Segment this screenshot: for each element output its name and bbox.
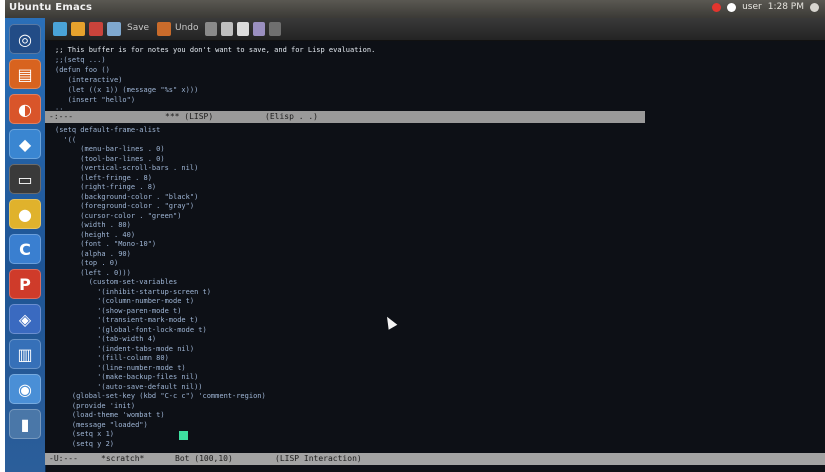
app-3-launcher-icon[interactable]: ◆	[9, 129, 41, 159]
app-10-launcher-icon[interactable]: ◉	[9, 374, 41, 404]
code-line: (load-theme 'wombat t)	[55, 411, 165, 419]
mode-line-upper-mid: *** (LISP)	[165, 112, 214, 121]
code-line: (setq x 1)	[55, 430, 115, 438]
code-line: (vertical-scroll-bars . nil)	[55, 164, 199, 172]
new-file-icon[interactable]	[53, 22, 67, 36]
code-line: (global-set-key (kbd "C-c c") 'comment-r…	[55, 392, 266, 400]
mode-line-upper: -:--- *** (LISP) (Elisp . .)	[45, 111, 645, 123]
editor-buffer[interactable]: ;; This buffer is for notes you don't wa…	[45, 41, 825, 453]
cut-icon[interactable]	[205, 22, 217, 36]
code-line: '(line-number-mode t)	[55, 363, 186, 372]
power-icon[interactable]	[810, 2, 819, 12]
tray-user[interactable]: user	[742, 2, 762, 12]
code-line: (background-color . "black")	[55, 192, 199, 201]
code-line: (alpha . 90)	[55, 249, 131, 258]
code-line: '(global-font-lock-mode t)	[55, 325, 207, 334]
code-line: '(column-number-mode t)	[55, 297, 195, 305]
copy-icon[interactable]	[221, 22, 233, 36]
code-line: (width . 80)	[55, 221, 131, 229]
code-line: (defun foo ()	[55, 66, 110, 74]
open-file-icon[interactable]	[71, 22, 85, 36]
code-line: (top . 0)	[55, 259, 119, 267]
close-icon[interactable]	[89, 22, 103, 36]
presentation-launcher-icon[interactable]: P	[9, 269, 41, 299]
paste-icon[interactable]	[237, 22, 249, 36]
system-tray: user 1:28 PM	[712, 2, 819, 12]
code-line: '(tab-width 4)	[55, 335, 157, 343]
save-icon[interactable]	[107, 22, 121, 36]
dash-launcher-icon[interactable]: ◎	[9, 24, 41, 54]
code-line: (menu-bar-lines . 0)	[55, 145, 165, 153]
terminal-launcher-icon[interactable]: ▭	[9, 164, 41, 194]
code-line: (foreground-color . "gray")	[55, 202, 195, 210]
code-line: '(make-backup-files nil)	[55, 373, 199, 381]
tray-clock[interactable]: 1:28 PM	[768, 2, 804, 12]
emacs-toolbar: Save Undo	[45, 18, 825, 41]
code-line: '(indent-tabs-mode nil)	[55, 344, 195, 353]
code-line: ;;(setq ...)	[55, 56, 106, 64]
code-line: '(transient-mark-mode t)	[55, 316, 199, 324]
code-line: ;; This buffer is for notes you don't wa…	[55, 46, 376, 54]
code-line: '(fill-column 80)	[55, 354, 169, 362]
mode-line-state: -U:---	[49, 454, 78, 463]
code-line: (right-fringe . 8)	[55, 183, 157, 191]
app-6-launcher-icon[interactable]: C	[9, 234, 41, 264]
app-8-launcher-icon[interactable]: ◈	[9, 304, 41, 334]
mode-line-buffer-name: *scratch*	[101, 454, 145, 463]
chrome-launcher-icon[interactable]: ●	[9, 199, 41, 229]
window-title: Ubuntu Emacs	[9, 2, 93, 13]
save-button[interactable]: Save	[127, 23, 149, 33]
mode-line-lower: -U:--- *scratch* Bot (100,10) (LISP Inte…	[45, 453, 825, 465]
mode-line-upper-right: (Elisp . .)	[265, 112, 318, 121]
volume-icon[interactable]	[727, 2, 737, 12]
launcher-sidebar: ◎ ▤ ◐ ◆ ▭ ● C P ◈ ▥ ◉ ▮	[5, 18, 46, 472]
code-line: (setq default-frame-alist	[55, 126, 161, 134]
code-line: '(show-paren-mode t)	[55, 306, 182, 315]
undo-button[interactable]: Undo	[175, 23, 199, 33]
code-line: '(auto-save-default nil))	[55, 382, 203, 391]
network-icon[interactable]	[712, 2, 722, 12]
mode-line-major-mode: (LISP Interaction)	[275, 454, 362, 463]
code-line: (left . 0)))	[55, 268, 131, 277]
mode-line-position: Bot (100,10)	[175, 454, 233, 463]
code-line: (setq y 2)	[55, 439, 115, 448]
code-line: (interactive)	[55, 76, 123, 84]
code-line: '(inhibit-startup-screen t)	[55, 287, 211, 296]
code-line: (custom-set-variables	[55, 278, 178, 286]
undo-icon[interactable]	[157, 22, 171, 36]
code-line: (left-fringe . 8)	[55, 173, 152, 182]
top-panel: Ubuntu Emacs user 1:28 PM	[5, 0, 825, 18]
code-line: (tool-bar-lines . 0)	[55, 154, 165, 163]
editor-launcher-icon[interactable]: ▥	[9, 339, 41, 369]
code-line: '((	[55, 135, 77, 144]
code-line: (height . 40)	[55, 230, 136, 239]
desktop-screen: Ubuntu Emacs user 1:28 PM ◎ ▤ ◐ ◆ ▭ ● C P ◈ ▥ ◉ ▮ S…	[5, 0, 825, 472]
files-launcher-icon[interactable]: ▤	[9, 59, 41, 89]
code-line: (provide 'init)	[55, 401, 136, 410]
code-line: (cursor-color . "green")	[55, 211, 182, 220]
mode-line-upper-left: -:---	[49, 112, 74, 121]
code-line: (font . "Mono-10")	[55, 240, 157, 248]
code-line: (let ((x 1)) (message "%s" x)))	[55, 86, 199, 94]
text-cursor	[179, 431, 188, 440]
search-icon[interactable]	[253, 22, 265, 36]
firefox-launcher-icon[interactable]: ◐	[9, 94, 41, 124]
code-line: (insert "hello")	[55, 96, 136, 104]
trash-launcher-icon[interactable]: ▮	[9, 409, 41, 439]
help-icon[interactable]	[269, 22, 281, 36]
code-line: (message "loaded")	[55, 420, 148, 429]
